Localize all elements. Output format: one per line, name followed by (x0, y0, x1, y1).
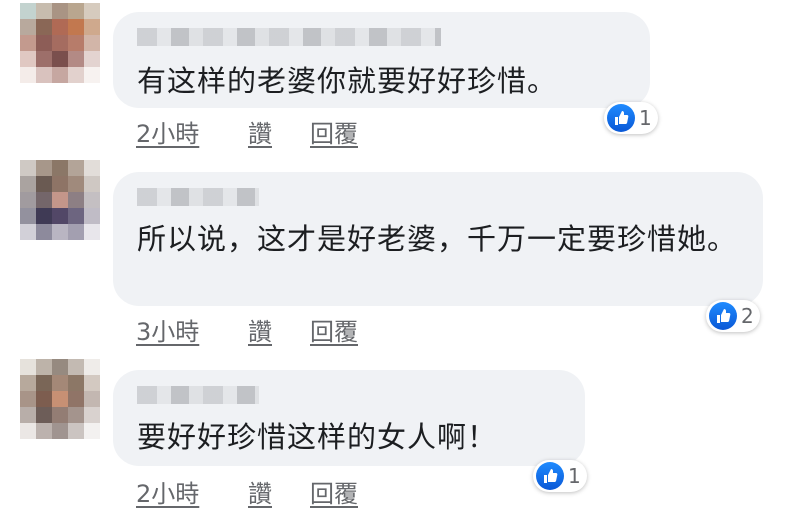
reaction-count: 2 (741, 304, 754, 328)
reply-button[interactable]: 回覆 (310, 114, 358, 149)
reaction-badge[interactable]: 2 (706, 300, 760, 332)
reply-button[interactable]: 回覆 (310, 312, 358, 347)
comment-bubble: 有这样的老婆你就要好好珍惜。 (113, 12, 650, 108)
thumbs-up-icon (607, 104, 635, 132)
reaction-count: 1 (568, 464, 581, 488)
reply-button[interactable]: 回覆 (310, 474, 358, 509)
reaction-badge[interactable]: 1 (533, 460, 587, 492)
timestamp-link[interactable]: 2小時 (136, 474, 199, 509)
avatar[interactable] (20, 359, 100, 439)
timestamp-link[interactable]: 2小時 (136, 114, 199, 149)
author-name-pixelated[interactable] (137, 28, 441, 46)
comment-text: 有这样的老婆你就要好好珍惜。 (137, 64, 558, 98)
author-name-pixelated[interactable] (137, 386, 259, 404)
reaction-count: 1 (639, 106, 652, 130)
avatar[interactable] (20, 3, 100, 83)
reaction-badge[interactable]: 1 (604, 102, 658, 134)
comment-text: 所以说，这才是好老婆，千万一定要珍惜她。 (137, 222, 738, 256)
timestamp-link[interactable]: 3小時 (136, 312, 199, 347)
avatar[interactable] (20, 160, 100, 240)
comment-bubble: 要好好珍惜这样的女人啊！ (113, 370, 585, 466)
like-button[interactable]: 讚 (248, 312, 272, 347)
thumbs-up-icon (536, 462, 564, 490)
thumbs-up-icon (709, 302, 737, 330)
author-name-pixelated[interactable] (137, 188, 259, 206)
comment-bubble: 所以说，这才是好老婆，千万一定要珍惜她。 (113, 172, 763, 306)
like-button[interactable]: 讚 (248, 474, 272, 509)
comment-text: 要好好珍惜这样的女人啊！ (137, 420, 498, 454)
like-button[interactable]: 讚 (248, 114, 272, 149)
